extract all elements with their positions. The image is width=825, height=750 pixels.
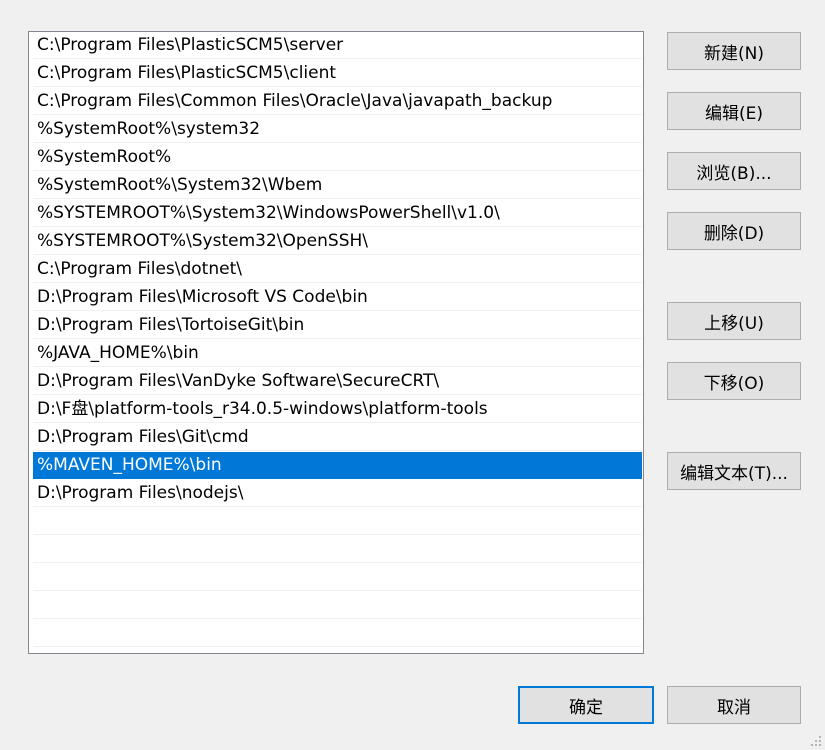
list-item-text: %SystemRoot%\system32 — [37, 119, 261, 139]
list-item[interactable]: D:\Program Files\Microsoft VS Code\bin — [33, 284, 642, 311]
list-item-text: D:\Program Files\TortoiseGit\bin — [37, 315, 305, 335]
list-item-text: %JAVA_HOME%\bin — [37, 343, 199, 363]
list-item[interactable]: D:\F盘\platform-tools_r34.0.5-windows\pla… — [33, 396, 642, 423]
list-item[interactable]: %SystemRoot%\System32\Wbem — [33, 172, 642, 199]
list-item-text: C:\Program Files\PlasticSCM5\server — [37, 35, 344, 55]
edit-text-button[interactable]: 编辑文本(T)... — [667, 452, 801, 490]
list-item-text: C:\Program Files\Common Files\Oracle\Jav… — [37, 91, 553, 111]
edit-button[interactable]: 编辑(E) — [667, 92, 801, 130]
list-item-empty[interactable] — [33, 564, 642, 591]
cancel-button[interactable]: 取消 — [667, 686, 801, 724]
list-item-text: D:\Program Files\Microsoft VS Code\bin — [37, 287, 368, 307]
move-up-button[interactable]: 上移(U) — [667, 302, 801, 340]
path-list[interactable]: C:\Program Files\PlasticSCM5\server C:\P… — [28, 31, 644, 654]
list-item[interactable]: C:\Program Files\dotnet\ — [33, 256, 642, 283]
list-item-text: %SystemRoot%\System32\Wbem — [37, 175, 323, 195]
list-item-selected[interactable]: %MAVEN_HOME%\bin — [33, 452, 642, 479]
list-item[interactable]: C:\Program Files\Common Files\Oracle\Jav… — [33, 88, 642, 115]
list-item[interactable]: C:\Program Files\PlasticSCM5\client — [33, 60, 642, 87]
list-item-empty[interactable] — [33, 536, 642, 563]
browse-button[interactable]: 浏览(B)... — [667, 152, 801, 190]
list-item[interactable]: D:\Program Files\Git\cmd — [33, 424, 642, 451]
list-item-text: %SystemRoot% — [37, 147, 172, 167]
list-item-text: D:\Program Files\nodejs\ — [37, 483, 244, 503]
list-item-text: %SYSTEMROOT%\System32\WindowsPowerShell\… — [37, 203, 500, 223]
list-item-text: %SYSTEMROOT%\System32\OpenSSH\ — [37, 231, 369, 251]
list-item-text: D:\Program Files\Git\cmd — [37, 427, 249, 447]
list-item[interactable]: %SystemRoot% — [33, 144, 642, 171]
delete-button[interactable]: 删除(D) — [667, 212, 801, 250]
list-item[interactable]: %SystemRoot%\system32 — [33, 116, 642, 143]
list-item[interactable]: %SYSTEMROOT%\System32\OpenSSH\ — [33, 228, 642, 255]
ok-button[interactable]: 确定 — [518, 686, 654, 724]
list-item-empty[interactable] — [33, 592, 642, 619]
new-button[interactable]: 新建(N) — [667, 32, 801, 70]
list-item[interactable]: %JAVA_HOME%\bin — [33, 340, 642, 367]
list-item-text: %MAVEN_HOME%\bin — [37, 455, 222, 475]
list-item[interactable]: D:\Program Files\nodejs\ — [33, 480, 642, 507]
list-item[interactable]: C:\Program Files\PlasticSCM5\server — [33, 32, 642, 59]
list-item[interactable]: D:\Program Files\TortoiseGit\bin — [33, 312, 642, 339]
list-item-text: D:\Program Files\VanDyke Software\Secure… — [37, 371, 440, 391]
list-item[interactable]: D:\Program Files\VanDyke Software\Secure… — [33, 368, 642, 395]
resize-grip-icon[interactable] — [811, 736, 823, 748]
move-down-button[interactable]: 下移(O) — [667, 362, 801, 400]
list-item[interactable]: %SYSTEMROOT%\System32\WindowsPowerShell\… — [33, 200, 642, 227]
list-item-text: C:\Program Files\PlasticSCM5\client — [37, 63, 337, 83]
list-item-text: C:\Program Files\dotnet\ — [37, 259, 242, 279]
list-item-empty[interactable] — [33, 508, 642, 535]
list-item-empty[interactable] — [33, 620, 642, 647]
list-item-text: D:\F盘\platform-tools_r34.0.5-windows\pla… — [37, 399, 488, 419]
